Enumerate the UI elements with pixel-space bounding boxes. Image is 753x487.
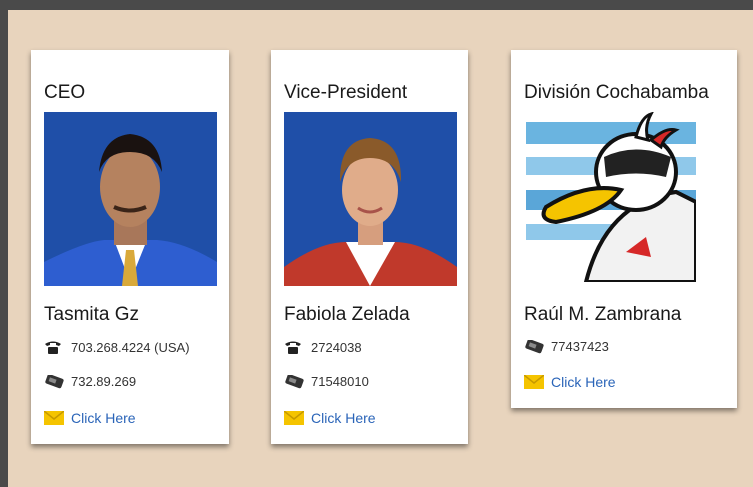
person-name: Fabiola Zelada — [284, 304, 410, 325]
email-row: Click Here — [524, 374, 616, 390]
phone-number: 703.268.4224 (USA) — [71, 339, 190, 355]
mobile-row: 71548010 — [284, 374, 369, 389]
mobile-number: 732.89.269 — [71, 374, 137, 389]
mobile-phone-icon — [284, 374, 306, 389]
staff-card-ceo: CEO Tasmita Gz 703.268.4224 (USA) 732.89… — [31, 50, 229, 444]
envelope-icon — [524, 375, 546, 389]
envelope-icon — [44, 411, 66, 425]
mascot-image — [526, 112, 696, 282]
email-link[interactable]: Click Here — [311, 410, 376, 426]
staff-card-division-cochabamba: División Cochabamba Raúl M. Zambrana 774… — [511, 50, 737, 408]
mobile-row: 732.89.269 — [44, 374, 136, 389]
telephone-icon — [284, 339, 306, 355]
envelope-icon — [284, 411, 306, 425]
phone-number: 2724038 — [311, 339, 362, 355]
mobile-phone-icon — [524, 339, 546, 354]
email-row: Click Here — [284, 410, 376, 426]
phone-row: 2724038 — [284, 339, 362, 355]
phone-row: 703.268.4224 (USA) — [44, 339, 190, 355]
email-row: Click Here — [44, 410, 136, 426]
profile-photo — [44, 112, 217, 286]
card-title: Vice-President — [284, 82, 408, 103]
email-link[interactable]: Click Here — [551, 374, 616, 390]
mobile-row: 77437423 — [524, 339, 609, 354]
email-link[interactable]: Click Here — [71, 410, 136, 426]
staff-card-vice-president: Vice-President Fabiola Zelada 2724038 71… — [271, 50, 468, 444]
telephone-icon — [44, 339, 66, 355]
card-title: CEO — [44, 82, 86, 103]
mobile-number: 71548010 — [311, 374, 369, 389]
mobile-phone-icon — [44, 374, 66, 389]
person-name: Raúl M. Zambrana — [524, 304, 682, 325]
card-title: División Cochabamba — [524, 82, 709, 103]
mobile-number: 77437423 — [551, 339, 609, 354]
profile-photo — [284, 112, 457, 286]
person-name: Tasmita Gz — [44, 304, 140, 325]
